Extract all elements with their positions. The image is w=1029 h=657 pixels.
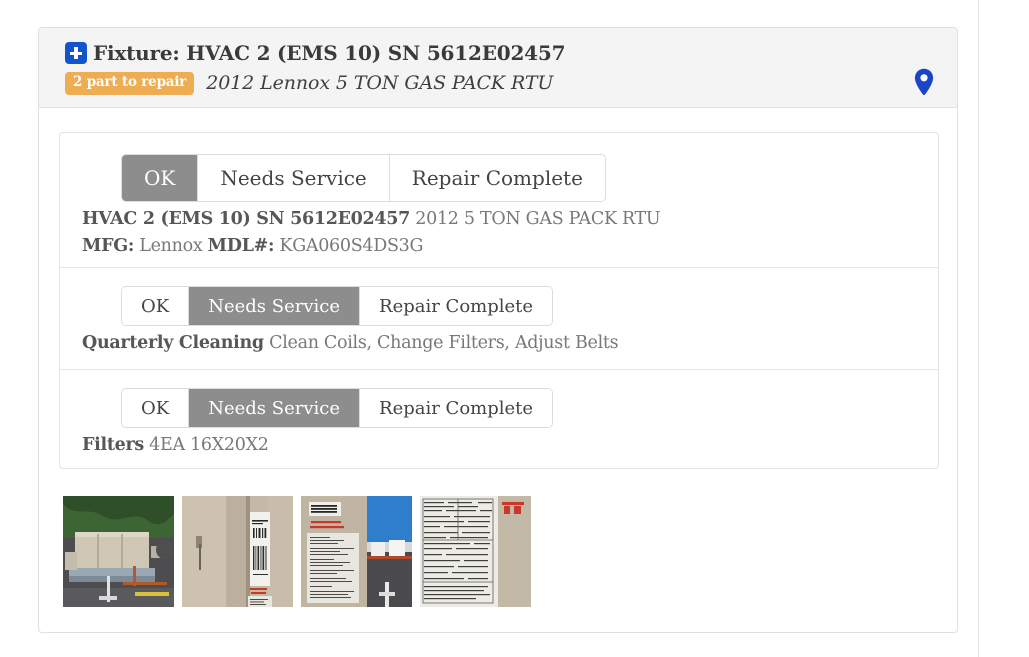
photo-nameplate-rooftop[interactable]: [301, 496, 412, 607]
mfg-value: Lennox: [134, 236, 208, 256]
fixture-card-header: Fixture: HVAC 2 (EMS 10) SN 5612E02457 2…: [39, 28, 957, 108]
quarterly-cleaning-description-line: Quarterly Cleaning Clean Coils, Change F…: [82, 333, 619, 353]
fixture-subtitle-row: 2 part to repair 2012 Lennox 5 TON GAS P…: [65, 72, 553, 95]
status-button-ok[interactable]: OK: [122, 155, 199, 201]
status-badge: 2 part to repair: [65, 72, 195, 95]
photo-thumbnail-strip: [63, 496, 531, 607]
status-toggle-group-quarterly-cleaning: OK Needs Service Repair Complete: [121, 286, 554, 326]
status-button-repair-complete[interactable]: Repair Complete: [360, 389, 553, 427]
task-detail: Clean Coils, Change Filters, Adjust Belt…: [263, 333, 619, 353]
task-detail: 4EA 16X20X2: [143, 435, 269, 455]
task-name: Quarterly Cleaning: [82, 333, 264, 353]
fixture-title-row: Fixture: HVAC 2 (EMS 10) SN 5612E02457: [65, 41, 566, 65]
status-toggle-group-filters: OK Needs Service Repair Complete: [121, 388, 554, 428]
mdl-label: MDL#:: [207, 236, 275, 256]
mdl-value: KGA060S4DS3G: [274, 236, 424, 256]
task-list-panel: OK Needs Service Repair Complete HVAC 2 …: [59, 132, 939, 469]
filters-description-line: Filters 4EA 16X20X2: [82, 435, 269, 455]
map-pin-icon[interactable]: [914, 68, 934, 100]
photo-rooftop-hvac-unit[interactable]: [63, 496, 174, 607]
task-row-filters: OK Needs Service Repair Complete Filters…: [60, 369, 938, 471]
status-button-needs-service[interactable]: Needs Service: [198, 155, 390, 201]
page-title: Fixture: HVAC 2 (EMS 10) SN 5612E02457: [93, 41, 566, 65]
page-container-rule: [978, 0, 979, 657]
status-toggle-group-equipment: OK Needs Service Repair Complete: [121, 154, 606, 202]
task-row-quarterly-cleaning: OK Needs Service Repair Complete Quarter…: [60, 267, 938, 369]
status-button-repair-complete[interactable]: Repair Complete: [360, 287, 553, 325]
fixture-card: Fixture: HVAC 2 (EMS 10) SN 5612E02457 2…: [38, 27, 958, 633]
equipment-description-line: HVAC 2 (EMS 10) SN 5612E02457 2012 5 TON…: [82, 209, 661, 229]
status-button-repair-complete[interactable]: Repair Complete: [389, 155, 605, 201]
equipment-mfg-line: MFG: Lennox MDL#: KGA060S4DS3G: [82, 236, 423, 256]
equipment-name: HVAC 2 (EMS 10) SN 5612E02457: [82, 209, 411, 229]
task-row-equipment: OK Needs Service Repair Complete HVAC 2 …: [60, 133, 938, 267]
status-button-ok[interactable]: OK: [122, 287, 190, 325]
status-button-ok[interactable]: OK: [122, 389, 190, 427]
photo-data-plate[interactable]: [420, 496, 531, 607]
photo-barcode-label[interactable]: [182, 496, 293, 607]
task-name: Filters: [82, 435, 144, 455]
mfg-label: MFG:: [82, 236, 135, 256]
status-button-needs-service[interactable]: Needs Service: [189, 287, 361, 325]
status-button-needs-service[interactable]: Needs Service: [189, 389, 361, 427]
plus-square-icon[interactable]: [65, 42, 87, 64]
fixture-model-text: 2012 Lennox 5 TON GAS PACK RTU: [206, 72, 554, 95]
equipment-spec: 2012 5 TON GAS PACK RTU: [410, 209, 661, 229]
